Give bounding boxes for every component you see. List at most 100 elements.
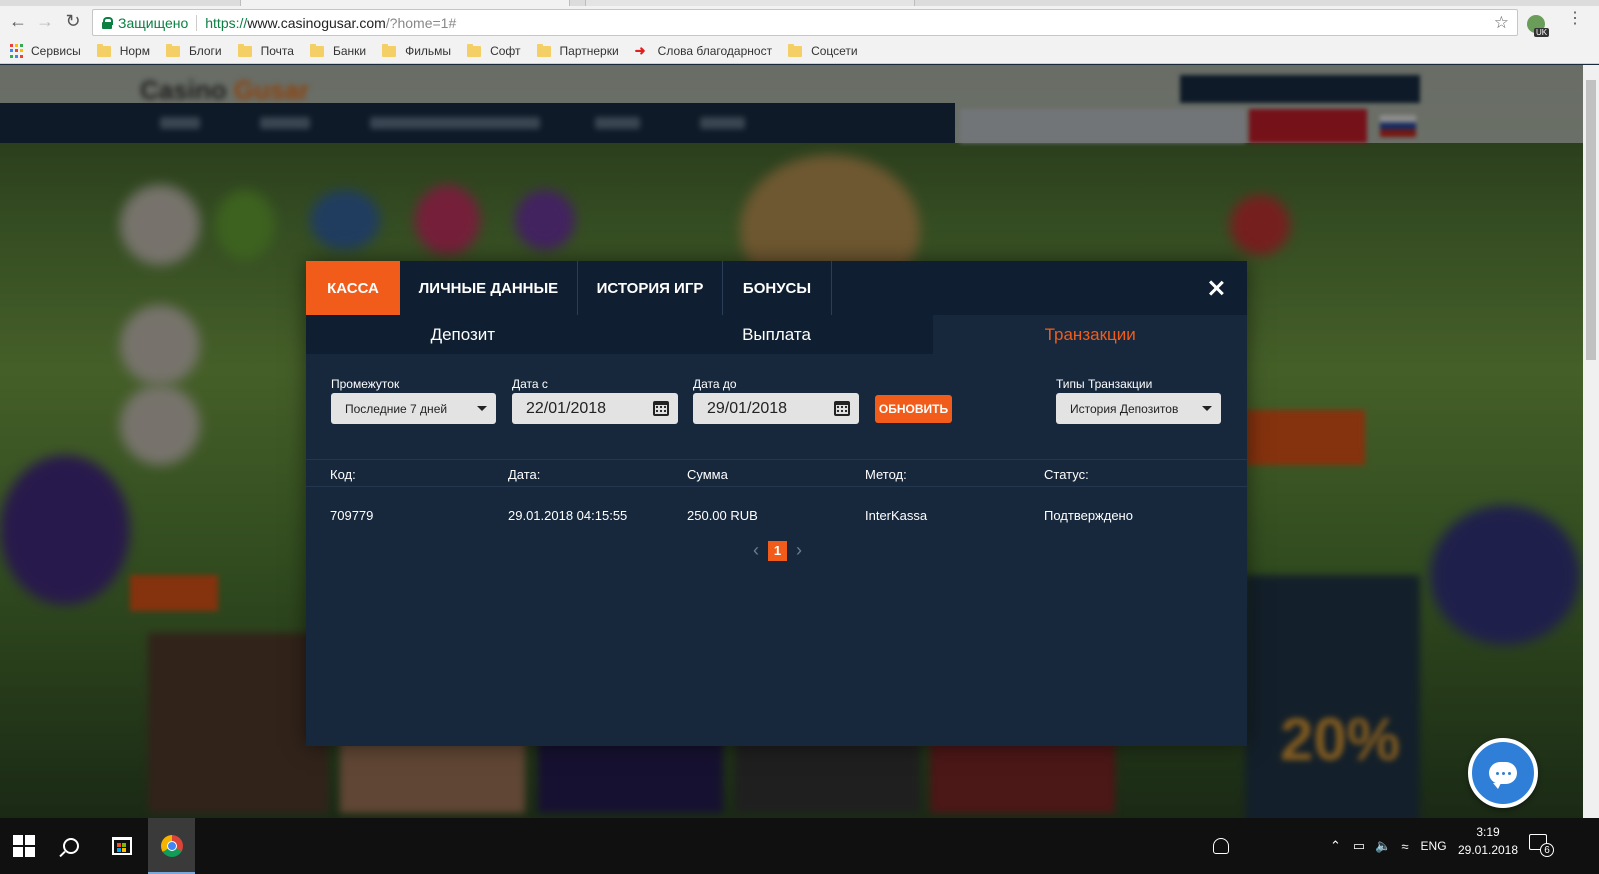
folder-icon [788, 43, 803, 57]
chevron-up-icon[interactable]: ⌃ [1330, 838, 1341, 854]
url-path: /?home=1# [385, 14, 457, 31]
cell-date: 29.01.2018 04:15:55 [508, 508, 628, 523]
search-icon [62, 838, 79, 854]
taskbar-chrome-button[interactable] [148, 818, 195, 874]
bookmark-label: Слова благодарност [657, 44, 773, 58]
chevron-left-icon[interactable]: ‹ [746, 540, 766, 561]
period-label: Промежуток [331, 377, 400, 391]
language-indicator[interactable]: ENG [1421, 839, 1447, 853]
start-button[interactable] [0, 818, 47, 874]
folder-icon [165, 43, 180, 57]
date-to-label: Дата до [693, 377, 737, 391]
column-header-code: Код: [330, 467, 356, 482]
modal-tab-bar: КАССА ЛИЧНЫЕ ДАННЫЕ ИСТОРИЯ ИГР БОНУСЫ [306, 261, 1247, 315]
bookmark-star-icon[interactable]: ☆ [1494, 13, 1509, 33]
pagination: ‹ 1 › [746, 540, 809, 561]
tray-icons: ⌃ ▭ 🔈 ≈ ENG [1330, 818, 1447, 874]
bookmark-soft[interactable]: Софт [467, 43, 521, 58]
close-icon[interactable] [1205, 277, 1227, 299]
bookmark-services[interactable]: Сервисы [10, 44, 81, 58]
chevron-down-icon [1202, 406, 1212, 411]
nav-row: ← → ↻ Защищено https://www.casinogusar.c… [0, 6, 1599, 38]
lock-icon [102, 16, 113, 29]
taskbar: ⌃ ▭ 🔈 ≈ ENG 3:19 29.01.2018 6 [0, 818, 1599, 874]
tab-bonuses[interactable]: БОНУСЫ [723, 261, 832, 315]
cashier-modal: КАССА ЛИЧНЫЕ ДАННЫЕ ИСТОРИЯ ИГР БОНУСЫ Д… [306, 261, 1248, 746]
date-from-input[interactable]: 22/01/2018 [512, 393, 678, 424]
folder-icon [536, 43, 551, 57]
folder-icon [382, 43, 397, 57]
bookmark-label: Почта [260, 44, 294, 58]
browser-chrome: ← → ↻ Защищено https://www.casinogusar.c… [0, 0, 1599, 64]
volume-icon[interactable]: 🔈 [1375, 838, 1391, 854]
period-select-value: Последние 7 дней [345, 401, 448, 416]
chrome-icon [160, 835, 183, 857]
notification-count: 6 [1540, 843, 1554, 857]
folder-icon [237, 43, 252, 57]
bookmark-blogs[interactable]: Блоги [165, 43, 222, 58]
bookmark-label: Соцсети [811, 44, 858, 58]
subtab-withdrawal[interactable]: Выплата [620, 315, 934, 354]
subtab-transactions[interactable]: Транзакции [933, 315, 1248, 354]
bookmark-thanks[interactable]: ➜ Слова благодарност [635, 44, 772, 58]
calendar-icon[interactable] [653, 401, 669, 416]
calendar-icon[interactable] [834, 401, 850, 416]
people-button[interactable] [1213, 818, 1229, 874]
column-header-date: Дата: [508, 467, 541, 482]
clock-date: 29.01.2018 [1457, 843, 1519, 857]
wifi-icon[interactable]: ≈ [1401, 839, 1408, 854]
tab-personal-data[interactable]: ЛИЧНЫЕ ДАННЫЕ [400, 261, 578, 315]
bookmark-label: Фильмы [405, 44, 452, 58]
cell-amount: 250.00 RUB [687, 508, 758, 523]
cell-method: InterKassa [865, 508, 928, 523]
reload-icon[interactable]: ↻ [60, 8, 86, 34]
bookmark-social[interactable]: Соцсети [788, 43, 858, 58]
date-from-label: Дата с [512, 377, 548, 391]
secure-label: Защищено [118, 14, 189, 31]
cashier-subtabs: Депозит Выплата Транзакции [306, 315, 1248, 354]
windows-icon [12, 835, 35, 857]
tab-cashier[interactable]: КАССА [306, 261, 400, 315]
page-button-current[interactable]: 1 [768, 540, 787, 561]
forward-icon[interactable]: → [32, 8, 58, 34]
url-scheme: https:// [205, 14, 248, 31]
clock-time: 3:19 [1476, 825, 1500, 839]
clock[interactable]: 3:19 29.01.2018 [1455, 823, 1521, 859]
transaction-type-select[interactable]: История Депозитов [1056, 393, 1221, 424]
red-arrow-icon: ➜ [634, 43, 646, 58]
bookmark-label: Сервисы [31, 44, 81, 58]
bookmark-label: Норм [119, 44, 150, 58]
bookmark-label: Банки [332, 44, 367, 58]
extension-badge: UK [1534, 28, 1550, 37]
browser-menu-icon[interactable]: ⋮ [1567, 11, 1583, 27]
date-to-input[interactable]: 29/01/2018 [693, 393, 859, 424]
page-scrollbar-thumb[interactable] [1586, 80, 1596, 360]
tab-game-history[interactable]: ИСТОРИЯ ИГР [578, 261, 723, 315]
bookmark-norm[interactable]: Норм [96, 43, 150, 58]
bookmark-partners[interactable]: Партнерки [536, 43, 619, 58]
cell-status: Подтверждено [1044, 508, 1133, 523]
battery-icon[interactable]: ▭ [1353, 838, 1365, 854]
bookmarks-bar: Сервисы Норм Блоги Почта Банки Фильмы Со… [0, 38, 1599, 64]
folder-icon [467, 43, 482, 57]
bookmark-films[interactable]: Фильмы [382, 43, 452, 58]
url-separator [196, 14, 198, 31]
bookmark-label: Блоги [188, 44, 222, 58]
date-from-value: 22/01/2018 [526, 399, 607, 417]
transactions-table-header [306, 459, 1247, 487]
folder-icon [96, 43, 111, 57]
column-header-status: Статус: [1044, 467, 1089, 482]
taskbar-store-button[interactable] [98, 818, 145, 874]
refresh-button[interactable]: ОБНОВИТЬ [875, 395, 952, 423]
transaction-type-label: Типы Транзакции [1056, 377, 1153, 391]
address-bar[interactable]: Защищено https://www.casinogusar.com/?ho… [92, 9, 1518, 36]
url-host: www.casinogusar.com [247, 14, 386, 31]
back-icon[interactable]: ← [5, 8, 31, 34]
bookmark-mail[interactable]: Почта [237, 43, 294, 58]
subtab-deposit[interactable]: Депозит [306, 315, 620, 354]
period-select[interactable]: Последние 7 дней [331, 393, 496, 424]
taskbar-search-button[interactable] [47, 818, 94, 874]
chevron-right-icon[interactable]: › [789, 540, 809, 561]
bookmark-banks[interactable]: Банки [309, 43, 367, 58]
chat-button[interactable] [1468, 738, 1538, 808]
